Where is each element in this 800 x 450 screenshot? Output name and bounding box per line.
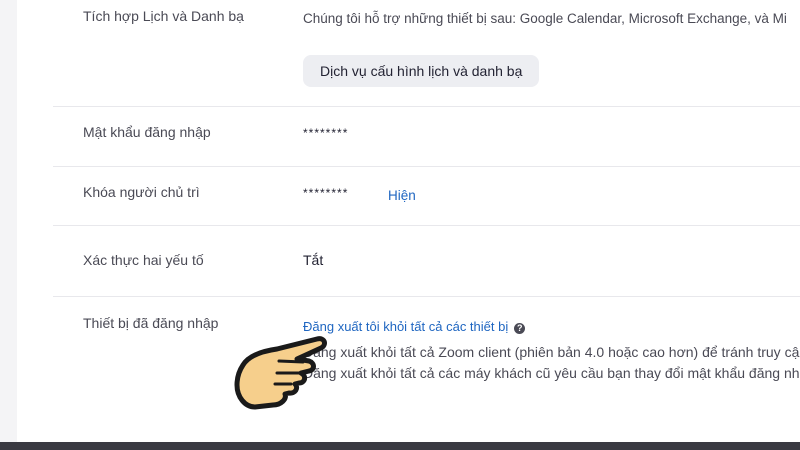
left-margin: [0, 0, 17, 442]
setting-label: Khóa người chủ trì: [83, 184, 200, 200]
host-key-value: ********: [303, 186, 349, 200]
setting-label: Mật khẩu đăng nhập: [83, 124, 211, 140]
password-value: ********: [303, 126, 349, 140]
show-host-key-link[interactable]: Hiện: [388, 188, 416, 203]
setting-label: Thiết bị đã đăng nhập: [83, 315, 219, 331]
setting-row-calendar: Tích hợp Lịch và Danh bạ Chúng tôi hỗ tr…: [53, 0, 800, 107]
signout-all-devices-link[interactable]: Đăng xuất tôi khỏi tất cả các thiết bị: [303, 319, 508, 334]
setting-label: Tích hợp Lịch và Danh bạ: [83, 8, 244, 24]
configure-calendar-button[interactable]: Dịch vụ cấu hình lịch và danh bạ: [303, 55, 540, 87]
setting-row-signed-in-devices: Thiết bị đã đăng nhập Đăng xuất tôi khỏi…: [53, 297, 800, 442]
setting-row-host-key: Khóa người chủ trì ******** Hiện: [53, 167, 800, 226]
setting-row-two-factor: Xác thực hai yếu tố Tắt: [53, 226, 800, 297]
settings-panel: Tích hợp Lịch và Danh bạ Chúng tôi hỗ tr…: [17, 0, 800, 442]
signout-note-2: Đăng xuất khỏi tất cả các máy khách cũ y…: [303, 365, 800, 381]
taskbar: [0, 442, 800, 450]
setting-row-login-password: Mật khẩu đăng nhập ********: [53, 107, 800, 167]
two-factor-status: Tắt: [303, 252, 324, 268]
setting-description: Chúng tôi hỗ trợ những thiết bị sau: Goo…: [303, 11, 787, 26]
question-circle-icon[interactable]: ?: [514, 323, 526, 334]
signout-link-wrap: Đăng xuất tôi khỏi tất cả các thiết bị?: [303, 319, 526, 334]
pointing-hand-icon: [234, 336, 327, 410]
setting-label: Xác thực hai yếu tố: [83, 252, 204, 268]
signout-note-1: Đăng xuất khỏi tất cả Zoom client (phiên…: [303, 344, 800, 360]
